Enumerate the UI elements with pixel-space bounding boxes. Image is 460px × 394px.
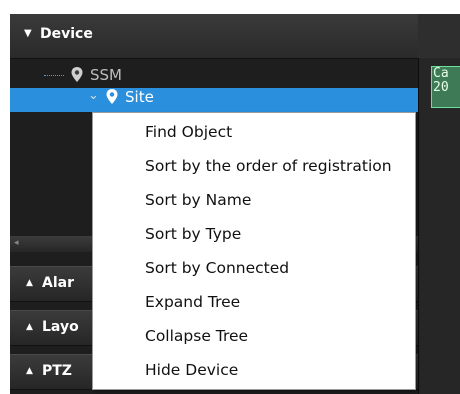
tree-item-label: Site xyxy=(125,88,154,106)
section-title: PTZ xyxy=(42,363,72,379)
menu-item-label: Sort by the order of registration xyxy=(145,157,392,175)
camera-overlay-line: 20 xyxy=(433,80,449,95)
scroll-left-icon[interactable]: ◂ xyxy=(14,238,19,248)
menu-item-label: Collapse Tree xyxy=(145,327,249,345)
video-panel-header xyxy=(418,14,460,58)
app-window: ▼ Device SSM ⌄ Site ◂ ▲ Alar ▲ Layo ▲ PT… xyxy=(0,0,460,394)
tree-item-ssm[interactable]: SSM xyxy=(10,64,418,88)
menu-item-sort-by-connected[interactable]: Sort by Connected xyxy=(93,251,415,285)
triangle-up-icon: ▲ xyxy=(26,278,33,288)
menu-item-expand-tree[interactable]: Expand Tree xyxy=(93,285,415,319)
tree-item-label: SSM xyxy=(90,66,122,84)
menu-item-collapse-tree[interactable]: Collapse Tree xyxy=(93,319,415,353)
menu-item-label: Sort by Connected xyxy=(145,259,290,277)
context-menu: Find Object Sort by the order of registr… xyxy=(92,112,416,390)
chevron-down-icon[interactable]: ⌄ xyxy=(88,88,99,103)
triangle-down-icon[interactable]: ▼ xyxy=(24,28,32,39)
menu-item-sort-by-type[interactable]: Sort by Type xyxy=(93,217,415,251)
section-title: Layo xyxy=(42,319,79,335)
triangle-up-icon: ▲ xyxy=(26,322,33,332)
menu-item-label: Find Object xyxy=(145,123,233,141)
tree-connector-line xyxy=(44,75,64,77)
section-title: Alar xyxy=(42,275,74,291)
menu-item-label: Expand Tree xyxy=(145,293,241,311)
menu-item-sort-by-name[interactable]: Sort by Name xyxy=(93,183,415,217)
menu-item-find-object[interactable]: Find Object xyxy=(93,115,415,149)
menu-item-sort-by-registration[interactable]: Sort by the order of registration xyxy=(93,149,415,183)
location-pin-icon xyxy=(70,66,84,88)
camera-overlay-line: Ca xyxy=(433,66,449,81)
camera-overlay-label: Ca 20 xyxy=(431,66,460,108)
triangle-up-icon: ▲ xyxy=(26,366,33,376)
menu-item-label: Sort by Type xyxy=(145,225,242,243)
tree-item-site[interactable]: ⌄ Site xyxy=(10,88,418,112)
device-panel-header[interactable]: ▼ Device xyxy=(10,14,418,59)
device-panel-title: Device xyxy=(40,26,93,42)
menu-item-hide-device[interactable]: Hide Device xyxy=(93,353,415,387)
menu-item-label: Hide Device xyxy=(145,361,239,379)
menu-item-label: Sort by Name xyxy=(145,191,252,209)
location-pin-icon xyxy=(105,88,119,110)
